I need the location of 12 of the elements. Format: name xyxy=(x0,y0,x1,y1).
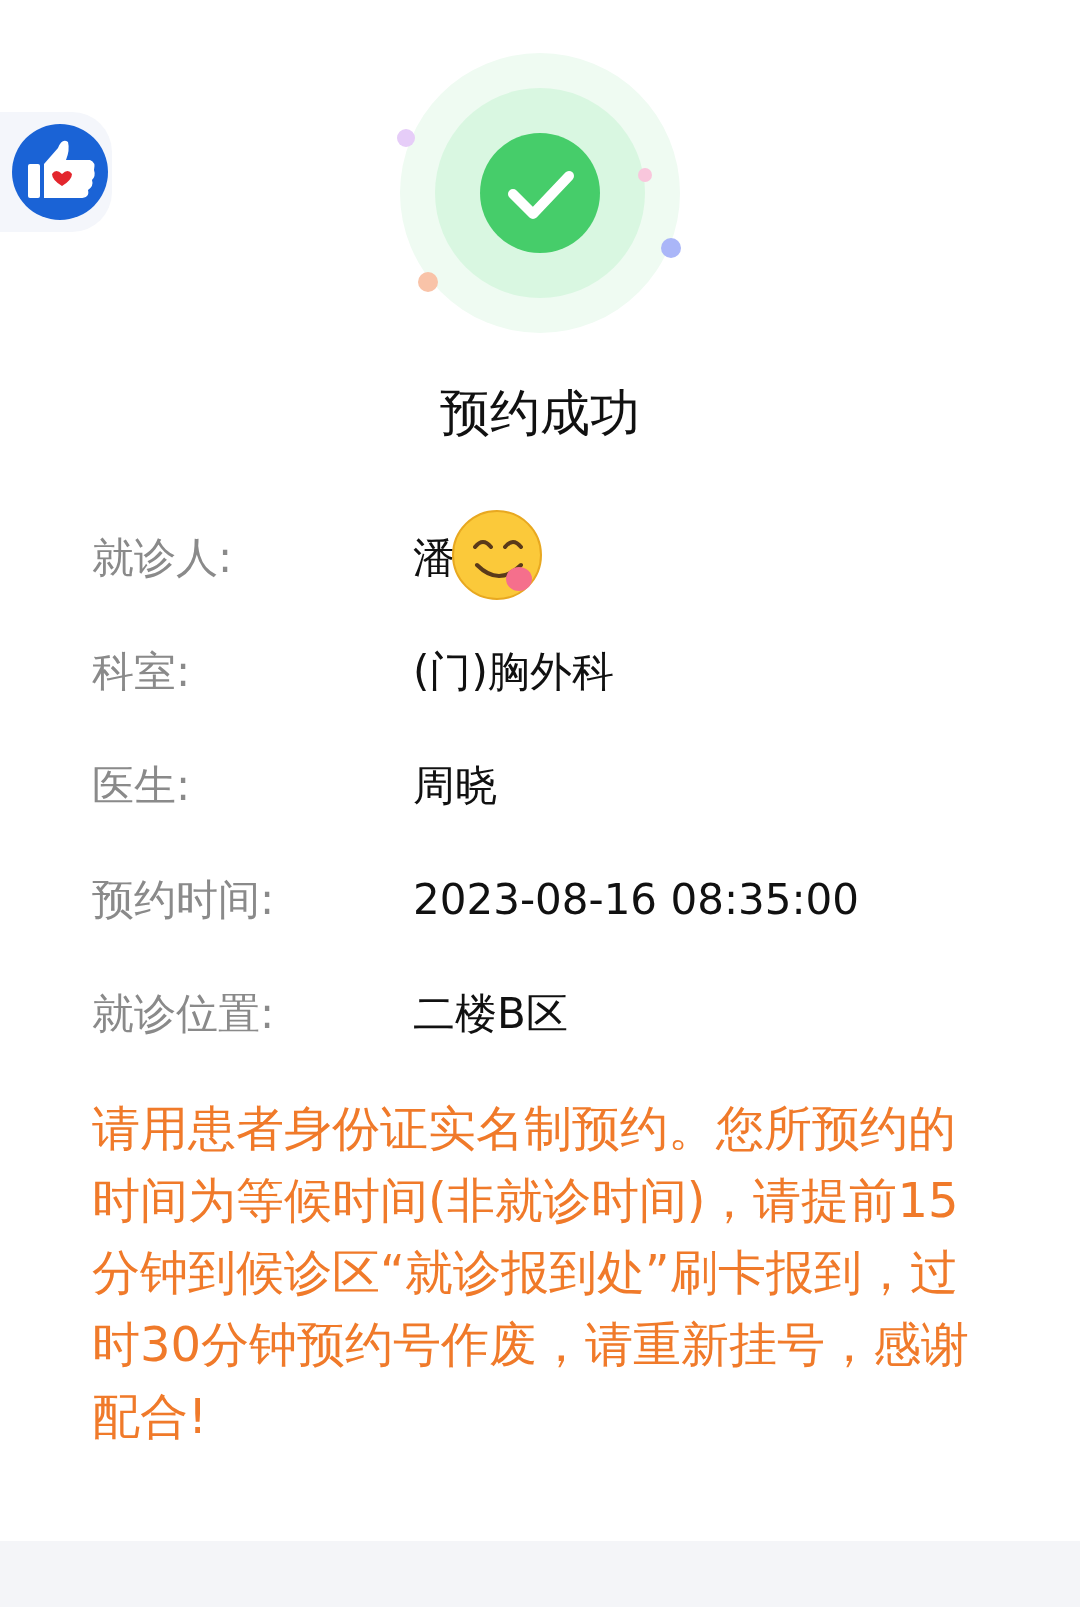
field-value: 潘 xyxy=(413,531,455,584)
field-value: 2023-08-16 08:35:00 xyxy=(413,873,860,926)
field-value: 周晓 xyxy=(413,759,497,812)
status-title: 预约成功 xyxy=(440,388,640,438)
field-label: 就诊位置: xyxy=(92,987,276,1040)
field-label: 医生: xyxy=(92,759,192,812)
field-label: 预约时间: xyxy=(92,873,276,926)
field-value: 二楼B区 xyxy=(413,987,568,1040)
field-label: 就诊人: xyxy=(92,531,234,584)
notice-text: 请用患者身份证实名制预约。您所预约的时间为等候时间(非就诊时间)，请提前15分钟到候诊区“就诊报到处”刷卡报到，过时30分钟预约号作废，请重新挂号，感谢配合! xyxy=(92,1099,971,1446)
field-label: 科室: xyxy=(92,645,192,698)
field-value: (门)胸外科 xyxy=(413,645,614,698)
